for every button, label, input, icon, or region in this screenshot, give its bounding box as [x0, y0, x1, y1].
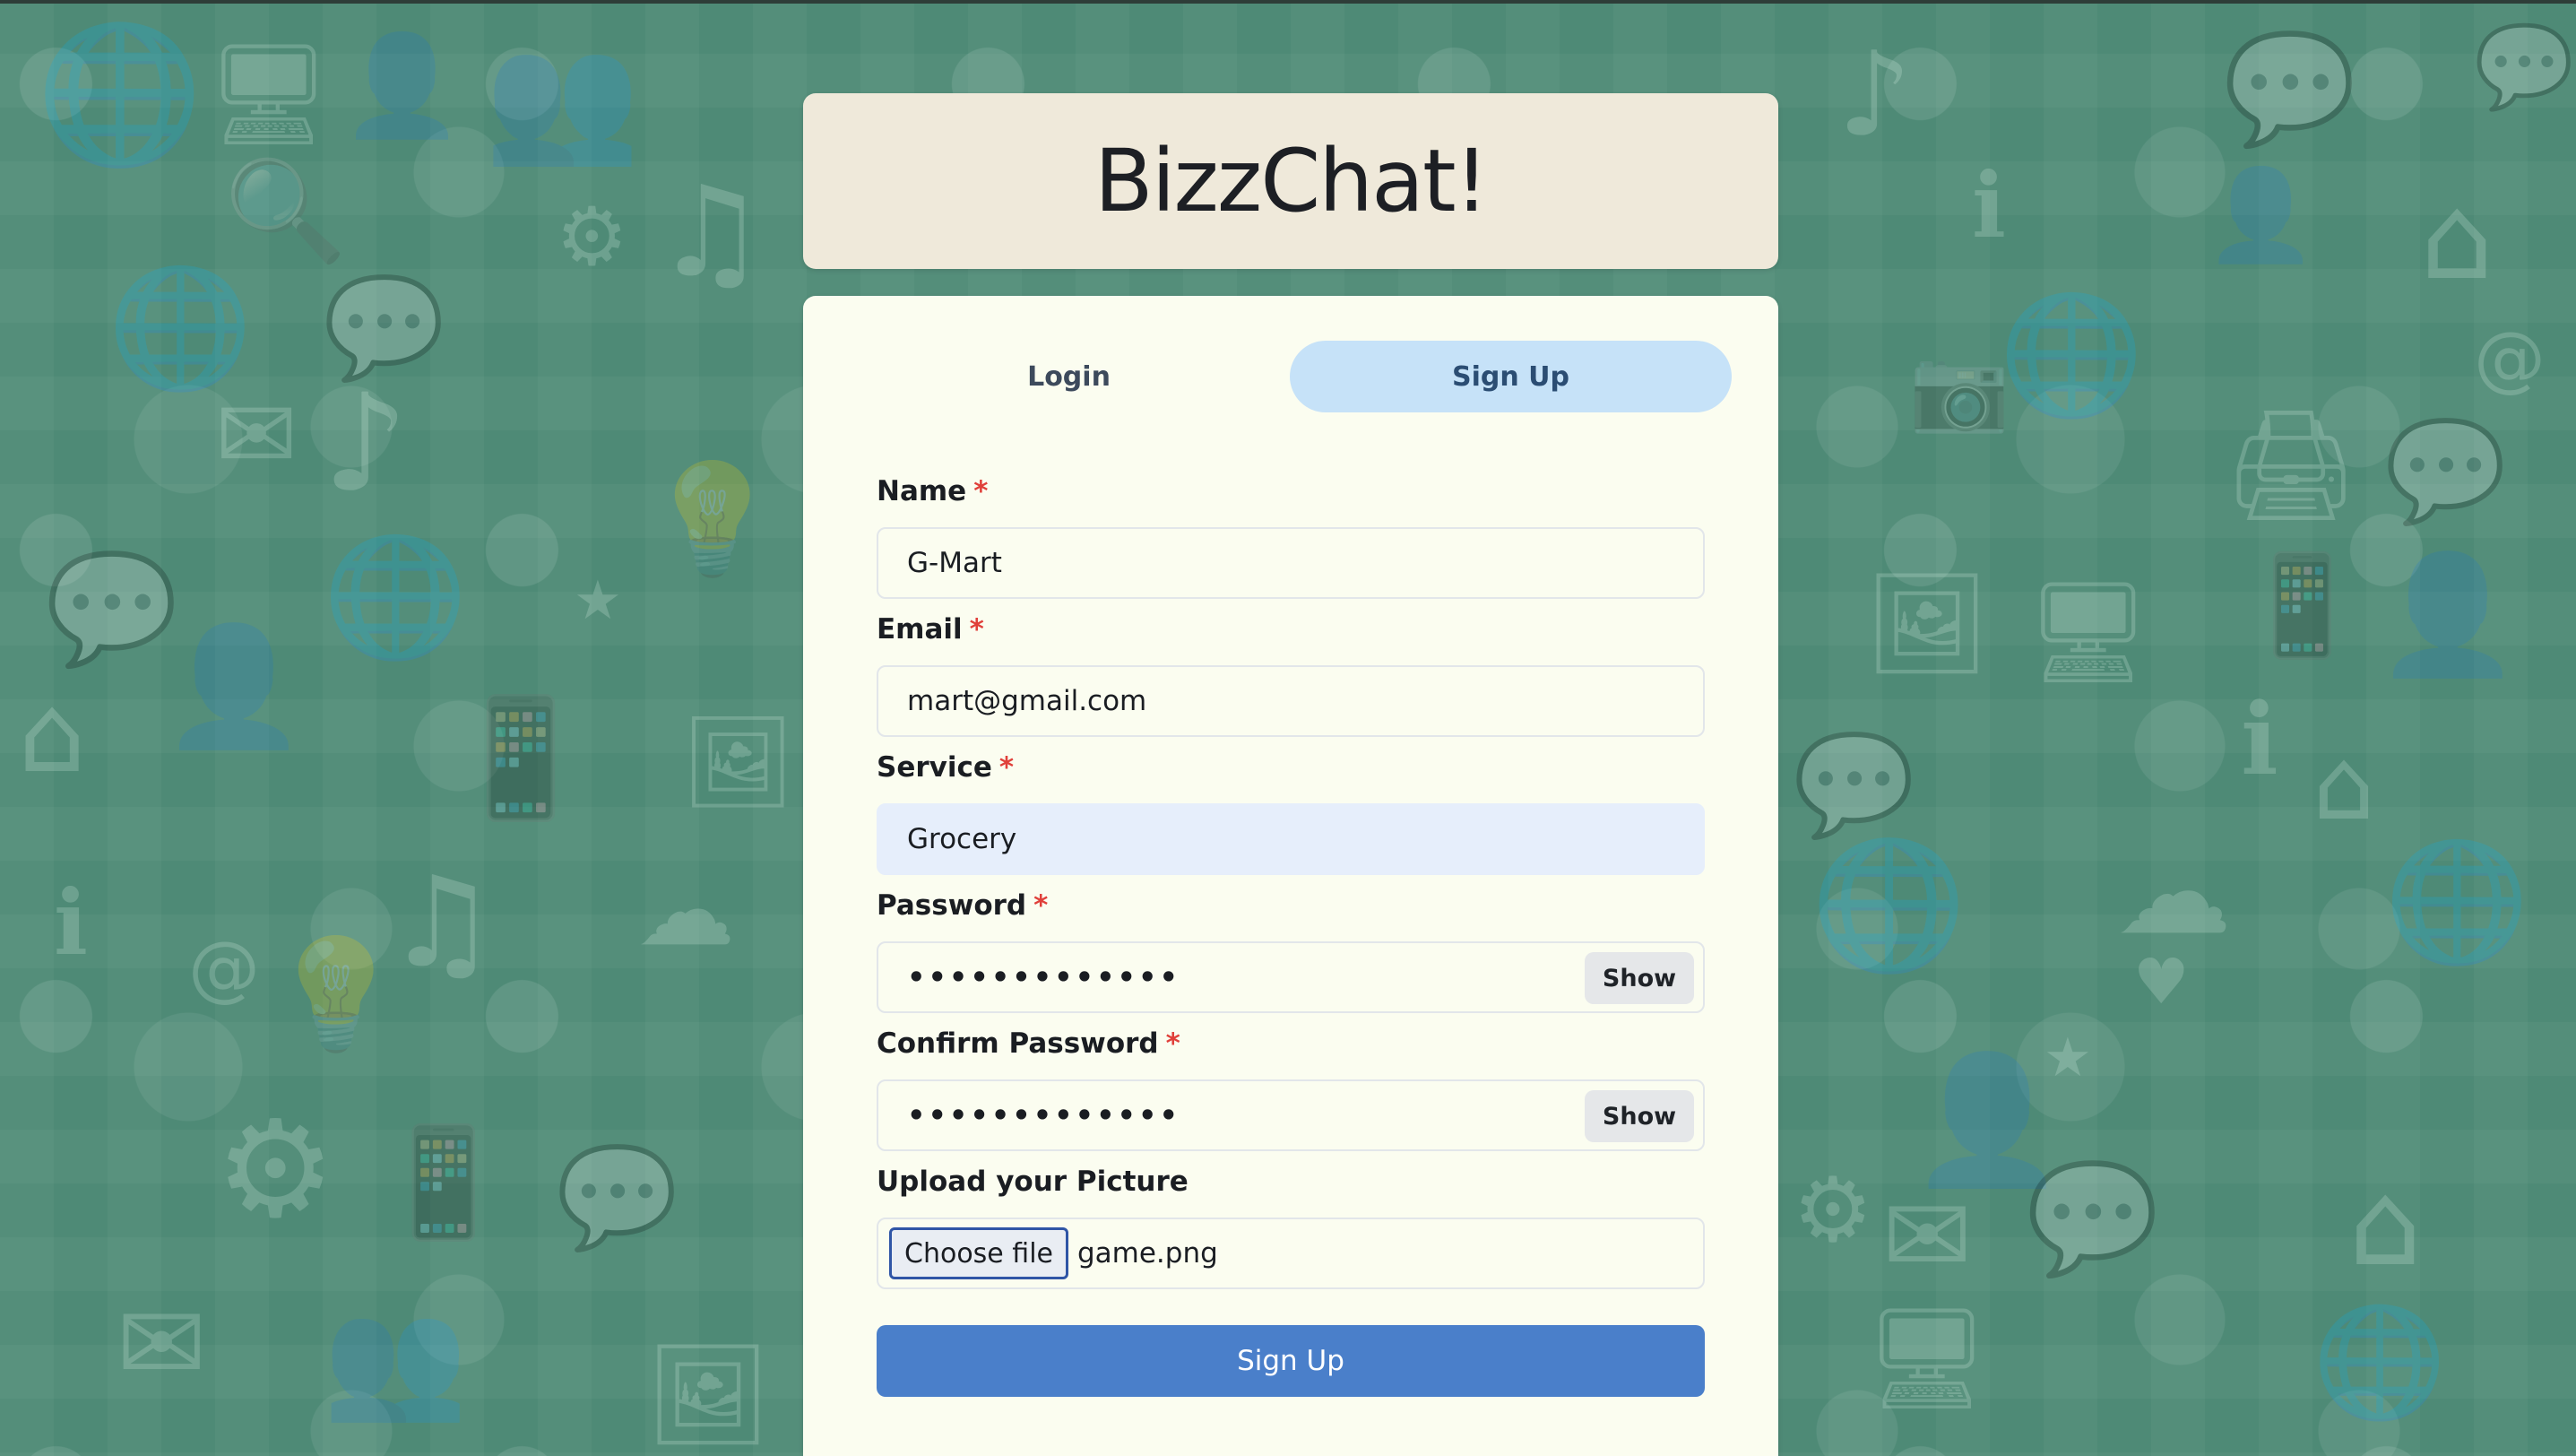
globe-icon: 🌐 — [108, 259, 253, 395]
auth-tabs: Login Sign Up — [848, 341, 1732, 412]
chat-bubble-icon: 💬 — [2384, 413, 2507, 528]
globe-icon: 🌐 — [2384, 833, 2529, 969]
monitor-icon: 🖥 — [206, 37, 332, 152]
music-note-icon: ♪ — [1837, 26, 1912, 162]
password-show-button[interactable]: Show — [1585, 952, 1694, 1004]
name-required-mark: * — [973, 475, 989, 507]
password-masked-value: ••••••••••••• — [907, 960, 1180, 994]
globe-icon: 🌐 — [36, 16, 203, 172]
password-label-text: Password — [877, 889, 1027, 922]
lightbulb-icon: 💡 — [269, 932, 403, 1057]
choose-file-button[interactable]: Choose file — [889, 1227, 1068, 1279]
email-label-text: Email — [877, 613, 963, 646]
at-sign-icon: @ — [2474, 316, 2546, 400]
music-note-icon: ♫ — [654, 160, 767, 306]
image-icon: 🖼 — [1864, 566, 1990, 680]
star-icon: ★ — [2044, 1027, 2092, 1089]
name-value: G-Mart — [907, 547, 1002, 579]
cloud-icon: ☁ — [2115, 824, 2232, 960]
confirm-password-show-button[interactable]: Show — [1585, 1090, 1694, 1142]
house-icon: ⌂ — [18, 672, 87, 797]
name-label: Name * — [877, 475, 988, 507]
chat-bubble-icon: 💬 — [1793, 727, 1915, 842]
monitor-icon: 🖥 — [2026, 575, 2151, 689]
mail-icon: ✉ — [117, 1282, 207, 1407]
cloud-icon: ☁ — [636, 853, 735, 967]
gear-icon: ⚙ — [1793, 1157, 1873, 1262]
house-icon: ⌂ — [2348, 1156, 2423, 1292]
selected-file-name: game.png — [1076, 1237, 1218, 1270]
globe-icon: 🌐 — [1811, 832, 1967, 978]
service-field[interactable]: Grocery — [877, 803, 1705, 875]
email-value: mart@gmail.com — [907, 685, 1147, 717]
service-value: Grocery — [907, 823, 1017, 855]
info-icon: ℹ — [54, 871, 88, 975]
chat-bubble-icon: 💬 — [2223, 27, 2357, 152]
monitor-icon: 🖥 — [1864, 1301, 1990, 1416]
email-required-mark: * — [969, 613, 984, 646]
heart-icon: ♥ — [2133, 945, 2190, 1018]
phone-icon: 📱 — [376, 1121, 511, 1245]
tab-sign-up[interactable]: Sign Up — [1290, 341, 1732, 412]
upload-picture-label: Upload your Picture — [877, 1166, 1189, 1198]
globe-icon: 🌐 — [1999, 286, 2144, 422]
magnifier-icon: 🔍 — [224, 153, 347, 268]
chat-bubble-icon: 💬 — [556, 1140, 679, 1254]
confirm-password-required-mark: * — [1165, 1027, 1180, 1060]
camera-icon: 📷 — [1909, 342, 2010, 437]
person-icon: 👤 — [341, 28, 463, 143]
service-required-mark: * — [998, 751, 1015, 784]
person-icon: 👤 — [2205, 162, 2317, 267]
person-icon: 👤 — [2375, 546, 2520, 682]
picture-file-input[interactable]: Choose file game.png — [877, 1218, 1705, 1289]
password-label: Password * — [877, 889, 1048, 922]
confirm-password-label: Confirm Password * — [877, 1027, 1180, 1060]
confirm-password-masked-value: ••••••••••••• — [907, 1098, 1180, 1132]
service-label-text: Service — [877, 751, 992, 784]
tab-login[interactable]: Login — [848, 341, 1290, 412]
house-icon: ⌂ — [2312, 727, 2375, 842]
service-label: Service * — [877, 751, 1014, 784]
chat-bubble-icon: 💬 — [323, 270, 445, 385]
group-icon: 👥 — [484, 25, 641, 171]
star-icon: ★ — [574, 569, 622, 632]
email-field[interactable]: mart@gmail.com — [877, 665, 1705, 737]
image-icon: 🖼 — [681, 709, 795, 814]
person-icon: 👤 — [161, 618, 307, 754]
password-required-mark: * — [1033, 889, 1049, 922]
auth-card: Login Sign Up Name * G-Mart Email * mart@g… — [803, 296, 1778, 1456]
sign-up-submit-button[interactable]: Sign Up — [877, 1325, 1705, 1397]
chat-bubble-icon: 💬 — [45, 547, 179, 672]
house-icon: ⌂ — [2420, 169, 2494, 306]
at-sign-icon: @ — [188, 926, 260, 1010]
gear-icon: ⚙ — [215, 1092, 336, 1248]
gear-icon: ⚙ — [556, 190, 628, 284]
name-label-text: Name — [877, 475, 967, 507]
window-top-edge — [0, 0, 2576, 4]
group-icon: 👥 — [323, 1290, 468, 1426]
printer-icon: 🖨 — [2223, 403, 2360, 528]
mail-icon: ✉ — [1882, 1174, 1973, 1299]
info-icon: ℹ — [1972, 153, 2006, 258]
info-icon: ℹ — [2241, 682, 2278, 797]
phone-icon: 📱 — [448, 689, 593, 826]
chat-bubble-icon: 💬 — [2474, 20, 2575, 114]
password-field[interactable]: ••••••••••••• Show — [877, 941, 1705, 1013]
app-title: BizzChat! — [1094, 131, 1489, 231]
app-header: BizzChat! — [803, 93, 1778, 269]
globe-icon: 🌐 — [2312, 1300, 2447, 1425]
image-icon: 🖼 — [645, 1337, 771, 1452]
phone-icon: 📱 — [2241, 548, 2364, 663]
email-label: Email * — [877, 613, 984, 646]
music-note-icon: ♪ — [323, 366, 409, 522]
mail-icon: ✉ — [215, 377, 298, 492]
chat-bubble-icon: 💬 — [2026, 1157, 2160, 1281]
lightbulb-icon: 💡 — [645, 457, 780, 582]
globe-icon: 🌐 — [323, 528, 468, 664]
name-field[interactable]: G-Mart — [877, 527, 1705, 599]
confirm-password-label-text: Confirm Password — [877, 1027, 1159, 1060]
confirm-password-field[interactable]: ••••••••••••• Show — [877, 1079, 1705, 1151]
